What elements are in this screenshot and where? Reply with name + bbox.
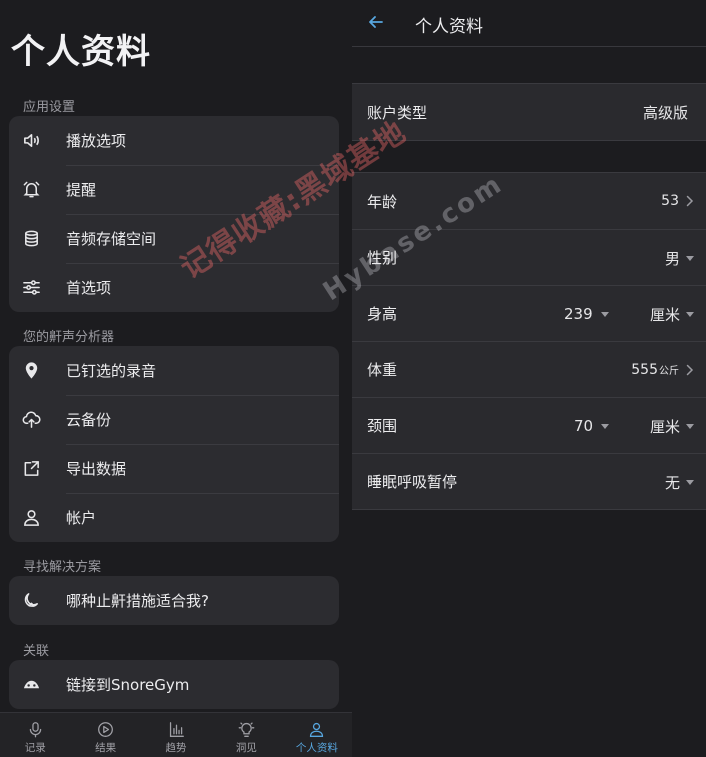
tab-label: 个人资料 xyxy=(295,742,338,754)
tab-label: 洞见 xyxy=(235,742,257,754)
chevron-down-icon xyxy=(601,423,610,429)
microphone-icon xyxy=(29,722,41,738)
menu-item-cloud-backup[interactable]: 云备份 xyxy=(9,395,339,444)
back-arrow-icon[interactable] xyxy=(366,12,386,32)
section-label-app-settings: 应用设置 xyxy=(23,100,76,115)
chevron-down-icon xyxy=(686,255,694,261)
age-value: 53 xyxy=(661,193,679,209)
neck-value-select[interactable]: 70 xyxy=(574,398,610,454)
chevron-down-icon xyxy=(686,423,694,429)
chevron-right-icon xyxy=(685,364,694,376)
gender-label: 性别 xyxy=(367,249,398,267)
menu-item-preferences[interactable]: 首选项 xyxy=(9,263,339,312)
profile-detail-panel: 个人资料 账户类型 高级版 年龄 53 性别 男 身高 239 厘米 体重 55… xyxy=(352,0,706,757)
account-type-row: 账户类型 高级版 xyxy=(352,84,706,140)
age-row[interactable]: 年龄 53 xyxy=(352,173,706,229)
neck-unit: 厘米 xyxy=(649,417,680,436)
links-card: 链接到SnoreGym xyxy=(9,660,339,709)
speaker-icon xyxy=(9,116,53,165)
menu-item-account[interactable]: 帐户 xyxy=(9,493,339,542)
height-value: 239 xyxy=(564,305,593,323)
analyzer-card: 已钉选的录音 云备份 导出数据 帐户 xyxy=(9,346,339,542)
menu-item-pinned-recordings[interactable]: 已钉选的录音 xyxy=(9,346,339,395)
sliders-icon xyxy=(9,263,53,312)
height-unit-select[interactable]: 厘米 xyxy=(650,286,694,342)
menu-item-label: 云备份 xyxy=(66,411,112,429)
section-label-solutions: 寻找解决方案 xyxy=(23,560,102,575)
menu-item-label: 链接到SnoreGym xyxy=(66,676,190,694)
page-title: 个人资料 xyxy=(11,32,151,72)
chevron-down-icon xyxy=(686,311,694,317)
neck-value: 70 xyxy=(574,417,594,435)
sleep-apnea-row[interactable]: 睡眠呼吸暂停 无 xyxy=(352,453,706,509)
sleep-apnea-label: 睡眠呼吸暂停 xyxy=(367,473,458,491)
bottom-tab-bar: 记录 结果 趋势 洞见 个人资料 xyxy=(0,712,352,757)
tab-trends[interactable]: 趋势 xyxy=(141,713,211,757)
solutions-card: 哪种止鼾措施适合我? xyxy=(9,576,339,625)
height-unit: 厘米 xyxy=(649,305,680,324)
alarm-icon xyxy=(9,165,53,214)
weight-label: 体重 xyxy=(367,361,398,379)
menu-item-label: 首选项 xyxy=(66,279,112,297)
profile-menu-panel: 个人资料 应用设置 播放选项 提醒 音频存储空间 首选项 您的鼾声分析器 已钉选… xyxy=(0,0,352,757)
snoregym-icon xyxy=(9,660,53,709)
user-icon xyxy=(9,493,53,542)
play-circle-icon xyxy=(98,722,114,737)
gender-row[interactable]: 性别 男 xyxy=(352,229,706,285)
account-type-label: 账户类型 xyxy=(367,103,428,122)
moon-icon xyxy=(9,576,53,625)
pin-icon xyxy=(9,346,53,395)
menu-item-which-remedy[interactable]: 哪种止鼾措施适合我? xyxy=(9,576,339,625)
menu-item-label: 音频存储空间 xyxy=(66,230,157,248)
chevron-down-icon xyxy=(600,311,609,317)
menu-item-label: 哪种止鼾措施适合我? xyxy=(66,592,209,610)
profile-group: 年龄 53 性别 男 身高 239 厘米 体重 555公斤 颈围 70 厘米 睡… xyxy=(352,172,706,510)
section-label-analyzer: 您的鼾声分析器 xyxy=(23,330,115,345)
top-bar: 个人资料 xyxy=(352,0,706,47)
chevron-right-icon xyxy=(685,195,694,207)
tab-record[interactable]: 记录 xyxy=(0,713,70,757)
tab-profile[interactable]: 个人资料 xyxy=(282,713,352,757)
database-icon xyxy=(9,214,53,263)
height-row: 身高 239 厘米 xyxy=(352,285,706,341)
menu-item-link-snoregym[interactable]: 链接到SnoreGym xyxy=(9,660,339,709)
height-label: 身高 xyxy=(367,305,398,323)
section-label-links: 关联 xyxy=(23,644,50,659)
menu-item-label: 导出数据 xyxy=(66,460,127,478)
tab-label: 结果 xyxy=(95,742,117,754)
menu-item-audio-storage[interactable]: 音频存储空间 xyxy=(9,214,339,263)
app-settings-card: 播放选项 提醒 音频存储空间 首选项 xyxy=(9,116,339,312)
menu-item-reminder[interactable]: 提醒 xyxy=(9,165,339,214)
menu-item-playback[interactable]: 播放选项 xyxy=(9,116,339,165)
neck-row: 颈围 70 厘米 xyxy=(352,397,706,453)
page-title: 个人资料 xyxy=(415,17,483,37)
menu-item-label: 帐户 xyxy=(66,509,97,527)
sleep-apnea-value: 无 xyxy=(664,473,680,492)
weight-unit: 公斤 xyxy=(659,366,679,377)
account-group: 账户类型 高级版 xyxy=(352,83,706,141)
menu-item-export-data[interactable]: 导出数据 xyxy=(9,444,339,493)
cloud-upload-icon xyxy=(9,395,53,444)
tab-label: 记录 xyxy=(24,742,46,754)
user-icon xyxy=(310,722,324,737)
lightbulb-icon xyxy=(238,722,255,737)
menu-item-label: 提醒 xyxy=(66,181,97,199)
tab-results[interactable]: 结果 xyxy=(70,713,140,757)
share-icon xyxy=(9,444,53,493)
tab-insights[interactable]: 洞见 xyxy=(211,713,281,757)
menu-item-label: 已钉选的录音 xyxy=(66,362,157,380)
tab-label: 趋势 xyxy=(165,742,187,754)
height-value-select[interactable]: 239 xyxy=(564,286,609,342)
chevron-down-icon xyxy=(686,479,694,485)
account-type-value: 高级版 xyxy=(642,103,688,122)
bar-chart-icon xyxy=(169,722,184,737)
neck-label: 颈围 xyxy=(367,417,398,435)
neck-unit-select[interactable]: 厘米 xyxy=(650,398,694,454)
menu-item-label: 播放选项 xyxy=(66,132,127,150)
age-label: 年龄 xyxy=(367,192,398,211)
gender-value: 男 xyxy=(664,249,680,268)
weight-value: 555公斤 xyxy=(631,362,679,378)
weight-row[interactable]: 体重 555公斤 xyxy=(352,341,706,397)
